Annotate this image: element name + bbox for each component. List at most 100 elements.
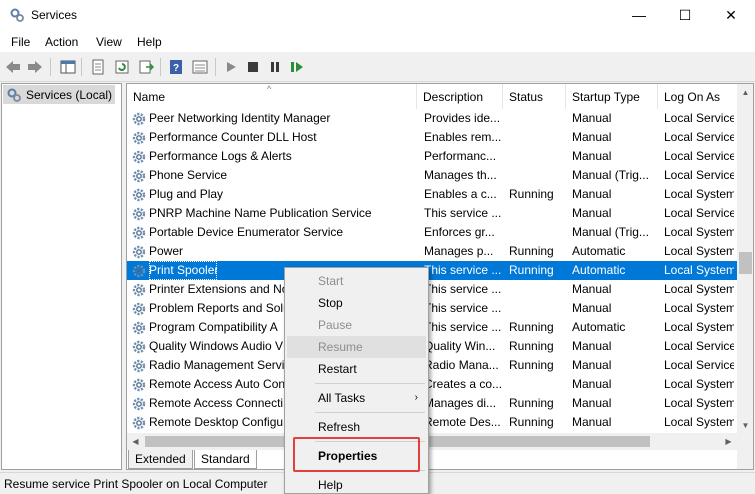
column-header-log-on-as[interactable]: Log On As (658, 84, 737, 109)
service-status: Running (509, 358, 554, 372)
menu-item-all-tasks[interactable]: All Tasks › (287, 387, 426, 409)
menu-item-stop-label: Stop (318, 296, 343, 310)
maximize-button[interactable]: ☐ (662, 0, 708, 30)
menu-item-refresh[interactable]: Refresh (287, 416, 426, 438)
scroll-left-icon[interactable]: ◀ (127, 433, 144, 450)
show-hide-console-tree-button[interactable] (59, 58, 77, 76)
service-row[interactable]: Peer Networking Identity Manager Provides… (127, 109, 737, 128)
vertical-scrollbar[interactable]: ▲ ▼ (737, 84, 753, 469)
properties-sheet-icon (92, 59, 104, 75)
stop-service-button[interactable] (244, 58, 262, 76)
forward-arrow-icon (28, 61, 42, 73)
service-gear-icon (132, 416, 146, 430)
service-log-on-as: Local Service (664, 149, 734, 163)
service-status (509, 280, 565, 299)
service-gear-icon (132, 245, 146, 259)
forward-button[interactable] (26, 58, 44, 76)
column-header-description[interactable]: Description (417, 84, 503, 109)
service-row[interactable]: Phone Service Manages th... Manual (Trig..… (127, 166, 737, 185)
tree-item-label: Services (Local) (26, 87, 113, 102)
start-service-button[interactable] (222, 58, 240, 76)
service-status (509, 166, 565, 185)
tab-extended[interactable]: Extended (128, 450, 193, 469)
service-gear-icon (132, 131, 146, 145)
service-status (509, 109, 565, 128)
refresh-toolbar-button[interactable] (113, 58, 131, 76)
service-row[interactable]: Program Compatibility A This service ... R… (127, 318, 737, 337)
service-row[interactable]: Printer Extensions and No This service ..… (127, 280, 737, 299)
pause-service-button[interactable] (266, 58, 284, 76)
service-name: Power (149, 244, 184, 258)
menu-item-stop[interactable]: Stop (287, 292, 426, 314)
service-row[interactable]: Print Spooler This service ... Running Auto… (127, 261, 737, 280)
refresh-icon (115, 60, 129, 74)
service-row[interactable]: Radio Management Servi Radio Mana... Runni… (127, 356, 737, 375)
service-row[interactable]: Remote Desktop Configu Remote Des... Runni… (127, 413, 737, 432)
horizontal-scrollbar[interactable]: ◀ ▶ (127, 433, 737, 450)
services-gear-icon (7, 88, 21, 102)
toolbar: ? (0, 52, 755, 82)
back-button[interactable] (4, 58, 22, 76)
title-bar: Services — ☐ ✕ (0, 0, 755, 32)
service-row[interactable]: Power Manages p... Running Automatic Local S… (127, 242, 737, 261)
services-list-pane: ^ Name Description Status Startup Type L… (126, 83, 754, 470)
column-header-startup-type[interactable]: Startup Type (566, 84, 658, 109)
scroll-up-icon[interactable]: ▲ (737, 84, 753, 101)
menu-item-help-label: Help (318, 478, 343, 492)
service-gear-icon (132, 359, 146, 373)
menu-item-pause[interactable]: Pause (287, 314, 426, 336)
menu-file[interactable]: File (11, 35, 30, 49)
menu-action[interactable]: Action (45, 35, 78, 49)
service-row[interactable]: Quality Windows Audio V Quality Win... Run… (127, 337, 737, 356)
service-row[interactable]: Remote Access Connecti Manages di... Runni… (127, 394, 737, 413)
service-name: Portable Device Enumerator Service (149, 225, 344, 239)
scroll-down-icon[interactable]: ▼ (737, 417, 753, 434)
service-gear-icon (132, 378, 146, 392)
service-log-on-as: Local System (664, 377, 734, 391)
tree-item-services-local[interactable]: Services (Local) (3, 85, 115, 104)
service-log-on-as: Local System (664, 320, 734, 334)
service-row[interactable]: Performance Logs & Alerts Performanc... Ma… (127, 147, 737, 166)
window-title: Services (31, 8, 78, 22)
service-name: PNRP Machine Name Publication Service (149, 206, 372, 220)
service-status: Running (509, 320, 554, 334)
minimize-button[interactable]: — (616, 0, 662, 30)
service-description: This service ... (424, 206, 502, 220)
column-header-name-label: Name (133, 89, 166, 104)
tab-standard[interactable]: Standard (194, 450, 257, 469)
service-row[interactable]: Remote Access Auto Con Creates a co... Man… (127, 375, 737, 394)
service-startup-type: Manual (572, 130, 612, 144)
column-header-status[interactable]: Status (503, 84, 566, 109)
service-row[interactable]: Performance Counter DLL Host Enables rem.… (127, 128, 737, 147)
menu-item-start[interactable]: Start (287, 270, 426, 292)
service-startup-type: Manual (572, 111, 612, 125)
minimize-icon: — (632, 7, 646, 23)
view-toolbar-button[interactable] (191, 58, 209, 76)
vertical-scroll-thumb[interactable] (739, 252, 752, 274)
service-row[interactable]: Portable Device Enumerator Service Enforc… (127, 223, 737, 242)
menu-item-restart[interactable]: Restart (287, 358, 426, 380)
service-gear-icon (132, 340, 146, 354)
menu-item-restart-label: Restart (318, 362, 357, 376)
help-toolbar-button[interactable]: ? (167, 58, 185, 76)
service-row[interactable]: PNRP Machine Name Publication Service Thi… (127, 204, 737, 223)
menu-item-resume[interactable]: Resume (287, 336, 426, 358)
properties-toolbar-button[interactable] (89, 58, 107, 76)
menu-help[interactable]: Help (137, 35, 162, 49)
close-button[interactable]: ✕ (708, 0, 754, 30)
help-book-icon: ? (170, 60, 182, 74)
menu-separator (315, 383, 425, 384)
service-row[interactable]: Plug and Play Enables a c... Running Manual… (127, 185, 737, 204)
scroll-right-icon[interactable]: ▶ (720, 433, 737, 450)
restart-service-button[interactable] (288, 58, 306, 76)
menu-item-help[interactable]: Help (287, 474, 426, 494)
column-header-name[interactable]: Name (127, 84, 417, 109)
service-gear-icon (132, 188, 146, 202)
service-startup-type: Manual (572, 206, 612, 220)
pause-icon (271, 62, 279, 72)
export-list-button[interactable] (137, 58, 155, 76)
menu-view[interactable]: View (96, 35, 122, 49)
service-row[interactable]: Problem Reports and Solu This service ...… (127, 299, 737, 318)
service-status: Running (509, 396, 554, 410)
service-gear-icon (132, 302, 146, 316)
